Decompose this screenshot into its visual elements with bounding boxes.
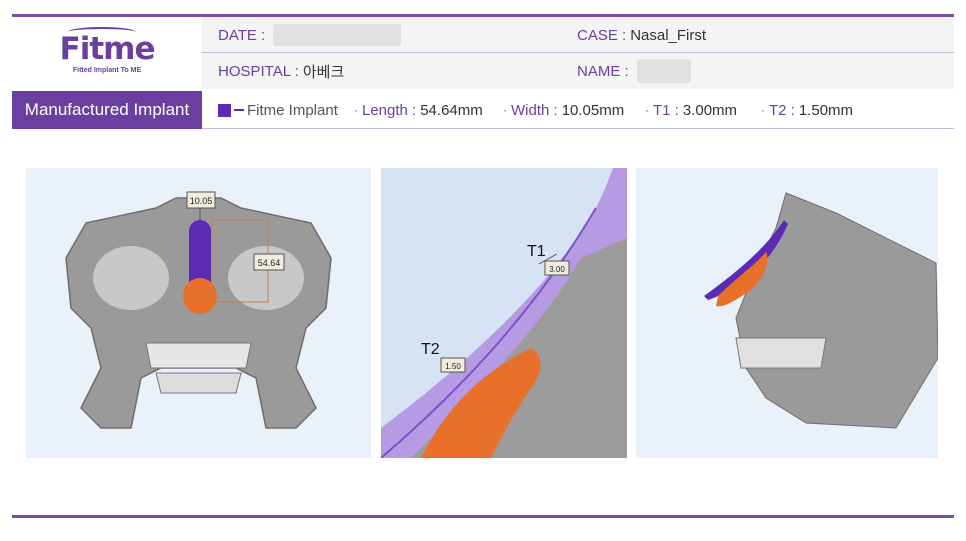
width-label: Width :	[511, 101, 558, 119]
implant-specs-row: Fitme Implant · Length : 54.64mm · Width…	[202, 91, 954, 129]
case-value: Nasal_First	[630, 26, 707, 44]
hospital-value: 아베크	[302, 63, 345, 81]
closeup-view-render: T1 3.00 T2 1.50	[381, 168, 627, 458]
front-view-render: 10.05 54.64	[26, 168, 371, 458]
length-spec: · Length : 54.64mm	[354, 91, 483, 129]
width-tag: 10.05	[190, 196, 213, 206]
date-cell: DATE :	[218, 17, 402, 53]
bottom-divider	[12, 515, 954, 518]
lateral-teeth	[735, 337, 827, 369]
t2-label: T2 :	[769, 101, 795, 119]
bullet: ·	[503, 103, 507, 117]
upper-teeth	[145, 342, 252, 369]
t2-tag: 1.50	[445, 362, 461, 371]
lateral-view-render	[636, 168, 938, 458]
name-label: NAME :	[577, 62, 629, 80]
length-label: Length :	[362, 101, 417, 119]
logo: Fitme Fitted Implant To ME	[12, 17, 202, 89]
legend-fitme-implant: Fitme Implant	[218, 91, 338, 129]
left-orbit	[93, 246, 169, 310]
lateral-view-panel	[636, 168, 938, 458]
closeup-view-panel: T1 3.00 T2 1.50	[381, 168, 627, 458]
name-cell: NAME :	[577, 53, 691, 89]
logo-swoosh	[67, 26, 136, 37]
info-row-date-case: DATE : CASE : Nasal_First	[202, 17, 954, 53]
length-tag: 54.64	[258, 258, 281, 268]
legend-label: Fitme Implant	[247, 101, 338, 119]
t1-caption: T1	[527, 243, 546, 260]
case-label: CASE :	[577, 26, 627, 44]
t1-label: T1 :	[653, 101, 679, 119]
t1-tag: 3.00	[549, 265, 565, 274]
info-row-hospital-name: HOSPITAL : 아베크 NAME :	[202, 53, 954, 89]
t1-spec: · T1 : 3.00mm	[645, 91, 737, 129]
case-cell: CASE : Nasal_First	[577, 17, 706, 53]
implant-section-label: Manufactured Implant	[12, 91, 202, 129]
name-redacted	[636, 59, 691, 83]
date-redacted	[273, 24, 402, 46]
logo-tagline: Fitted Implant To ME	[72, 66, 142, 74]
case-info-grid: DATE : CASE : Nasal_First HOSPITAL : 아베크…	[202, 17, 954, 89]
front-view-panel: 10.05 54.64	[26, 168, 371, 458]
width-spec: · Width : 10.05mm	[503, 91, 624, 129]
bullet: ·	[645, 103, 649, 117]
legend-line	[234, 109, 244, 111]
length-value: 54.64mm	[420, 101, 483, 119]
t2-spec: · T2 : 1.50mm	[761, 91, 853, 129]
width-value: 10.05mm	[561, 101, 625, 119]
bullet: ·	[354, 103, 358, 117]
t2-caption: T2	[421, 341, 440, 358]
t2-value: 1.50mm	[798, 101, 854, 119]
date-label: DATE :	[218, 26, 266, 44]
logo-wordmark: Fitme	[60, 26, 155, 65]
implant-color-swatch	[218, 103, 231, 117]
lower-teeth	[155, 372, 242, 394]
hospital-label: HOSPITAL :	[218, 62, 299, 80]
bullet: ·	[761, 103, 765, 117]
t1-value: 3.00mm	[682, 101, 738, 119]
hospital-cell: HOSPITAL : 아베크	[218, 53, 344, 89]
